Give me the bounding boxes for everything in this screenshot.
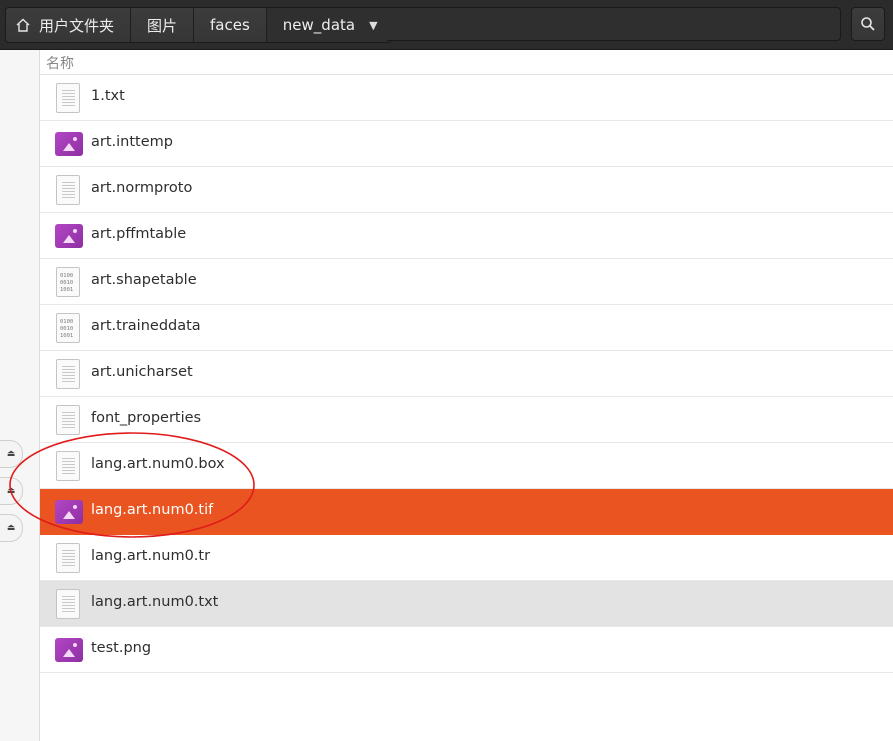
file-name: art.inttemp [91, 134, 173, 150]
file-name: 1.txt [91, 88, 125, 104]
path-bar-empty-area [387, 7, 841, 41]
file-name: font_properties [91, 410, 202, 426]
eject-button[interactable]: ⏏ [0, 514, 23, 542]
path-crumb-pictures[interactable]: 图片 [131, 8, 195, 42]
path-crumb-label: new_data [282, 16, 356, 34]
search-button[interactable] [851, 7, 885, 41]
path-crumb-label: 图片 [147, 16, 178, 35]
file-name: lang.art.num0.tif [91, 502, 214, 518]
file-name: art.shapetable [91, 272, 197, 288]
image-file-icon [55, 635, 83, 665]
column-header-label: 名称 [46, 56, 74, 72]
file-name: lang.art.num0.tr [91, 548, 211, 564]
text-file-icon [56, 543, 82, 573]
binary-file-icon: 0100 0010 1001 [56, 267, 82, 297]
text-file-icon [56, 451, 82, 481]
search-icon [861, 17, 875, 31]
file-row[interactable]: art.unicharset [40, 351, 893, 397]
home-icon [16, 18, 30, 32]
binary-file-icon: 0100 0010 1001 [56, 313, 82, 343]
chevron-down-icon: ▼ [369, 18, 378, 32]
path-crumb-current[interactable]: new_data ▼ [266, 8, 391, 42]
text-file-icon [56, 405, 82, 435]
path-crumb-home[interactable]: 用户文件夹 [6, 8, 132, 42]
file-name: art.normproto [91, 180, 193, 196]
file-row[interactable]: font_properties [40, 397, 893, 443]
path-bar: 用户文件夹 图片 faces new_data ▼ [5, 7, 392, 43]
file-name: lang.art.num0.txt [91, 594, 219, 610]
file-list: 1.txt art.inttemp art.normproto art.pffmtab… [40, 75, 893, 673]
eject-button[interactable]: ⏏ [0, 477, 23, 505]
text-file-icon [56, 175, 82, 205]
file-row[interactable]: 0100 0010 1001 art.traineddata [40, 305, 893, 351]
text-file-icon [56, 589, 82, 619]
eject-icon: ⏏ [6, 523, 16, 533]
file-row[interactable]: lang.art.num0.txt [40, 581, 893, 627]
path-crumb-faces[interactable]: faces [194, 8, 267, 42]
file-row[interactable]: 1.txt [40, 75, 893, 121]
header-bar: 用户文件夹 图片 faces new_data ▼ [0, 0, 893, 50]
file-row[interactable]: art.normproto [40, 167, 893, 213]
file-row[interactable]: art.inttemp [40, 121, 893, 167]
file-name: art.unicharset [91, 364, 193, 380]
file-row[interactable]: 0100 0010 1001 art.shapetable [40, 259, 893, 305]
image-file-icon [55, 221, 83, 251]
file-row[interactable]: lang.art.num0.box [40, 443, 893, 489]
eject-button[interactable]: ⏏ [0, 440, 23, 468]
file-row[interactable]: test.png [40, 627, 893, 673]
text-file-icon [56, 359, 82, 389]
image-file-icon [55, 129, 83, 159]
file-row[interactable]: art.pffmtable [40, 213, 893, 259]
file-row[interactable]: lang.art.num0.tif [40, 489, 893, 535]
path-crumb-home-label: 用户文件夹 [39, 16, 115, 35]
column-header-name[interactable]: 名称 [40, 50, 893, 75]
file-name: test.png [91, 640, 152, 656]
sidebar: ⏏ ⏏ ⏏ [0, 50, 40, 741]
eject-icon: ⏏ [6, 486, 16, 496]
file-name: art.pffmtable [91, 226, 187, 242]
file-name: art.traineddata [91, 318, 201, 334]
file-name: lang.art.num0.box [91, 456, 225, 472]
file-row[interactable]: lang.art.num0.tr [40, 535, 893, 581]
image-file-icon [55, 497, 83, 527]
path-crumb-label: faces [210, 16, 250, 34]
eject-icon: ⏏ [6, 449, 16, 459]
text-file-icon [56, 83, 82, 113]
